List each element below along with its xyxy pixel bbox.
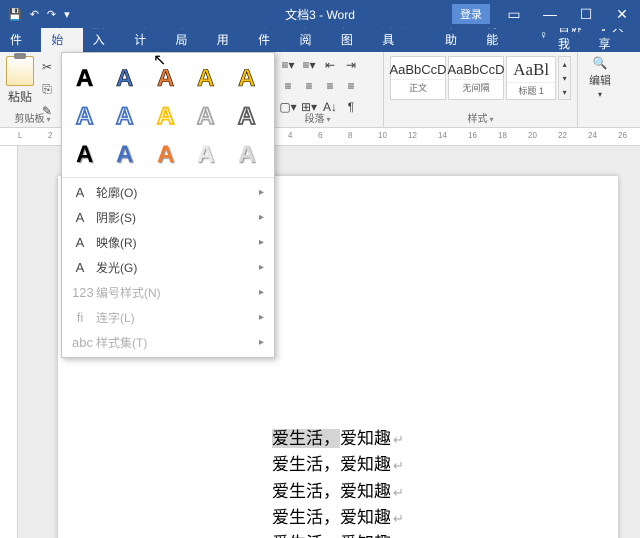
align-center-button[interactable]: ≡ — [279, 77, 297, 95]
style-标题 1[interactable]: AaBl标题 1 — [506, 56, 556, 100]
group-styles: AaBbCcD正文AaBbCcD无间隔AaBl标题 1▴▾▾ 样式 — [384, 52, 578, 127]
style-无间隔[interactable]: AaBbCcD无间隔 — [448, 56, 504, 100]
help-icon[interactable]: ♀ — [539, 28, 548, 42]
chevron-down-icon: ▾ — [598, 90, 602, 99]
text-effect-preset-7[interactable]: A — [151, 99, 183, 131]
maximize-button[interactable]: ☐ — [568, 0, 604, 28]
redo-icon[interactable]: ↷ — [47, 8, 56, 21]
styles-more-button[interactable]: ▴▾▾ — [558, 56, 571, 100]
text-effect-menu-0[interactable]: A轮廓(O)▸ — [62, 180, 274, 205]
doc-line[interactable]: 爱生活，爱知趣 — [148, 452, 528, 478]
text-effect-preset-6[interactable]: A — [110, 99, 142, 131]
text-effect-preset-4[interactable]: A — [232, 61, 264, 93]
svg-text:A: A — [116, 103, 133, 128]
svg-text:A: A — [157, 103, 174, 128]
justify-button[interactable]: ≡ — [321, 77, 339, 95]
svg-text:A: A — [238, 103, 255, 128]
editing-button[interactable]: 🔍 编辑 ▾ — [584, 56, 616, 99]
style-正文[interactable]: AaBbCcD正文 — [390, 56, 446, 100]
editing-label: 编辑 — [589, 72, 611, 88]
text-effects-gallery: ↖ AAAAAAAAAAAAAAA A轮廓(O)▸A阴影(S)▸A映像(R)▸A… — [61, 52, 275, 358]
text-effect-preset-1[interactable]: A — [110, 61, 142, 93]
svg-text:A: A — [76, 141, 93, 166]
decrease-indent-button[interactable]: ⇤ — [321, 56, 339, 74]
ruler-vertical[interactable] — [0, 146, 18, 538]
menu-item-icon: A — [72, 260, 88, 275]
copy-button[interactable]: ⎘ — [38, 80, 56, 98]
quick-access-toolbar: 💾 ↶ ↷ ▾ — [0, 8, 70, 21]
text-effect-menu-3[interactable]: A发光(G)▸ — [62, 255, 274, 280]
ribbon-display-icon[interactable]: ▭ — [496, 0, 532, 28]
multilevel-button[interactable]: ≡▾ — [300, 56, 318, 74]
increase-indent-button[interactable]: ⇥ — [342, 56, 360, 74]
group-editing: 🔍 编辑 ▾ — [578, 52, 622, 127]
svg-text:A: A — [76, 65, 93, 90]
ribbon-tabs: 文件开始插入设计布局引用邮件审阅视图开发工具帮助特色功能♀告诉我⇪ 共享 — [0, 28, 640, 52]
paste-label: 粘贴 — [8, 88, 32, 105]
find-icon: 🔍 — [593, 56, 608, 70]
svg-text:A: A — [197, 141, 214, 166]
doc-line[interactable]: 爱生活，爱知趣 — [148, 479, 528, 505]
svg-text:A: A — [197, 65, 214, 90]
title-bar: 💾 ↶ ↷ ▾ 文档3 - Word 登录 ▭ — ☐ ✕ — [0, 0, 640, 28]
menu-item-icon: A — [72, 235, 88, 250]
svg-text:A: A — [238, 65, 255, 90]
cut-button[interactable]: ✂ — [38, 58, 56, 76]
svg-text:A: A — [197, 103, 214, 128]
doc-line[interactable]: 爱生活，爱知趣 — [148, 505, 528, 531]
qat-customize-icon[interactable]: ▾ — [64, 8, 70, 21]
svg-text:A: A — [238, 141, 255, 166]
window-title: 文档3 - Word — [285, 6, 355, 23]
numbering-button[interactable]: ≡▾ — [279, 56, 297, 74]
text-effect-preset-5[interactable]: A — [70, 99, 102, 131]
close-button[interactable]: ✕ — [604, 0, 640, 28]
text-effect-preset-0[interactable]: A — [70, 61, 102, 93]
menu-item-icon: A — [72, 210, 88, 225]
text-effect-preset-3[interactable]: A — [191, 61, 223, 93]
menu-item-icon: 123 — [72, 285, 88, 300]
text-effect-menu-2[interactable]: A映像(R)▸ — [62, 230, 274, 255]
text-effect-menu-6: abc样式集(T)▸ — [62, 330, 274, 355]
text-effect-preset-2[interactable]: A — [151, 61, 183, 93]
svg-text:A: A — [157, 65, 174, 90]
doc-line[interactable]: 爱生活，爱知趣 — [148, 531, 528, 538]
text-effect-preset-9[interactable]: A — [232, 99, 264, 131]
undo-icon[interactable]: ↶ — [30, 8, 39, 21]
save-icon[interactable]: 💾 — [8, 8, 22, 21]
group-label-styles: 样式 — [384, 110, 577, 125]
group-label-clipboard: 剪贴板 — [0, 110, 65, 125]
svg-text:A: A — [157, 141, 174, 166]
text-effect-preset-11[interactable]: A — [110, 137, 142, 169]
text-effect-menu-1[interactable]: A阴影(S)▸ — [62, 205, 274, 230]
login-button[interactable]: 登录 — [452, 4, 490, 24]
minimize-button[interactable]: — — [532, 0, 568, 28]
menu-item-icon: fi — [72, 310, 88, 325]
distributed-button[interactable]: ≡ — [342, 77, 360, 95]
menu-item-icon: abc — [72, 335, 88, 350]
text-effect-menu-5: fi连字(L)▸ — [62, 305, 274, 330]
text-effect-preset-12[interactable]: A — [151, 137, 183, 169]
group-clipboard: 粘贴 ✂ ⎘ ✎ 剪贴板 — [0, 52, 66, 127]
text-effect-preset-8[interactable]: A — [191, 99, 223, 131]
text-effect-preset-13[interactable]: A — [191, 137, 223, 169]
menu-item-icon: A — [72, 185, 88, 200]
ribbon: 粘贴 ✂ ⎘ ✎ 剪贴板 等线 (中文正文) 五号 A▴ A▾ B I U ab… — [0, 52, 640, 128]
paste-icon — [6, 56, 34, 86]
align-right-button[interactable]: ≡ — [300, 77, 318, 95]
text-effect-menu-4: 123编号样式(N)▸ — [62, 280, 274, 305]
svg-text:A: A — [116, 141, 133, 166]
text-effect-preset-14[interactable]: A — [232, 137, 264, 169]
text-effect-preset-10[interactable]: A — [70, 137, 102, 169]
svg-text:A: A — [76, 103, 93, 128]
svg-text:A: A — [116, 65, 133, 90]
doc-line[interactable]: 爱生活，爱知趣 — [148, 426, 528, 452]
